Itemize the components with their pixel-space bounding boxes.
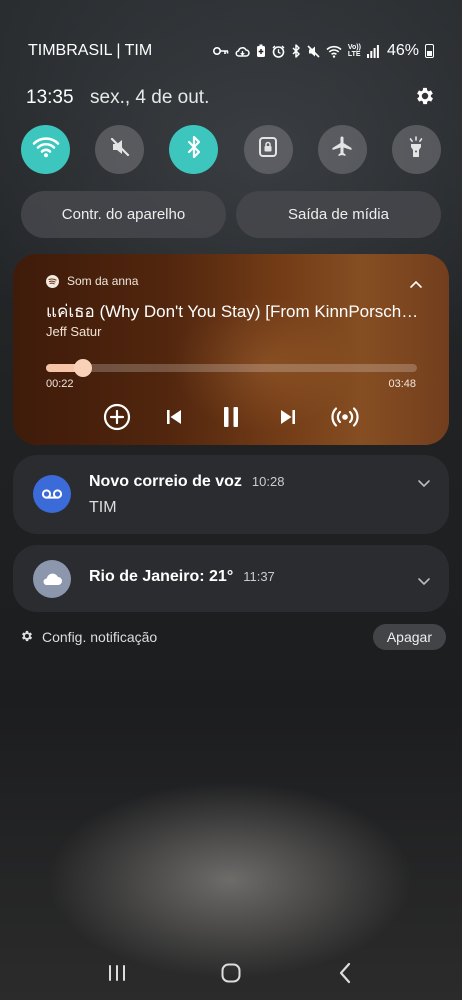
weather-notification[interactable]: Rio de Janeiro: 21° 11:37 [13, 545, 449, 612]
qs-tile-wifi[interactable] [21, 125, 70, 174]
total-time: 03:48 [388, 378, 416, 390]
back-icon[interactable] [325, 958, 365, 988]
voicemail-icon [33, 475, 71, 513]
notification-settings-link[interactable]: Config. notificação [20, 629, 157, 646]
alarm-icon [272, 45, 285, 58]
flashlight-icon [407, 135, 425, 164]
cast-icon[interactable] [329, 401, 361, 433]
wifi-icon [32, 136, 60, 163]
notification-footer: Config. notificação Apagar [20, 624, 446, 650]
qs-tile-bluetooth[interactable] [169, 125, 219, 174]
mute-icon [307, 44, 320, 58]
date-row: 13:35 sex., 4 de out. [26, 86, 436, 110]
quick-settings [21, 125, 441, 175]
battery-percent: 46% [386, 42, 419, 59]
notification-time: 10:28 [251, 474, 285, 489]
notification-body: TIM [89, 499, 117, 516]
bluetooth-icon [186, 135, 202, 164]
wifi-icon [326, 45, 342, 58]
media-app-label: Som da anna [67, 274, 139, 288]
gear-icon [20, 629, 34, 646]
chevron-down-icon[interactable] [417, 573, 431, 591]
qs-tile-flashlight[interactable] [391, 125, 441, 174]
track-title: แค่เธอ (Why Don't You Stay) [From KinnPo… [46, 302, 421, 321]
battery-icon [425, 44, 434, 58]
elapsed-time: 00:22 [46, 378, 74, 390]
pause-icon[interactable] [215, 401, 247, 433]
clock: 13:35 [26, 87, 74, 108]
navigation-bar [0, 955, 462, 991]
lock-icon [258, 136, 278, 163]
spotify-icon [46, 274, 59, 288]
media-controls [101, 399, 361, 435]
voicemail-notification[interactable]: Novo correio de voz 10:28 TIM [13, 455, 449, 534]
qs-tile-airplane[interactable] [317, 125, 367, 174]
qs-tile-sound[interactable] [95, 125, 145, 174]
previous-icon[interactable] [158, 401, 190, 433]
recents-icon[interactable] [97, 958, 137, 988]
qs-tile-screen-lock[interactable] [243, 125, 293, 174]
key-icon [212, 46, 229, 56]
notification-settings-label: Config. notificação [42, 629, 158, 645]
next-icon[interactable] [272, 401, 304, 433]
home-icon[interactable] [211, 958, 251, 988]
battery-saver-icon [256, 44, 266, 58]
gear-icon[interactable] [414, 85, 436, 112]
volte-icon: Vo)) LTE [347, 44, 361, 58]
bluetooth-icon [291, 44, 301, 58]
add-icon[interactable] [101, 401, 133, 433]
mute-icon [109, 136, 131, 163]
seek-thumb[interactable] [74, 359, 93, 377]
signal-icon [366, 44, 379, 58]
status-bar: TIMBRASIL | TIM Vo)) LTE 46% [28, 40, 434, 62]
chevron-up-icon[interactable] [409, 276, 423, 294]
media-output-button[interactable]: Saída de mídia [236, 191, 441, 238]
device-control-button[interactable]: Contr. do aparelho [21, 191, 226, 238]
chevron-down-icon[interactable] [417, 475, 431, 493]
media-app-header: Som da anna [46, 274, 138, 288]
quick-panel-buttons: Contr. do aparelho Saída de mídia [21, 191, 441, 238]
track-artist: Jeff Satur [46, 324, 102, 339]
date-label: sex., 4 de out. [90, 87, 210, 108]
status-icons: Vo)) LTE 46% [212, 42, 434, 60]
vpn-cloud-icon [235, 45, 250, 58]
clear-all-button[interactable]: Apagar [372, 624, 446, 650]
notification-title: Rio de Janeiro: 21° 11:37 [89, 568, 275, 585]
cloud-icon [33, 560, 71, 598]
seek-bar[interactable] [46, 359, 417, 377]
airplane-icon [330, 135, 354, 164]
notification-time: 11:37 [243, 569, 275, 584]
carrier-label: TIMBRASIL | TIM [28, 42, 153, 59]
notification-title: Novo correio de voz 10:28 [89, 473, 285, 490]
media-player-card[interactable]: Som da anna แค่เธอ (Why Don't You Stay) … [13, 254, 449, 445]
